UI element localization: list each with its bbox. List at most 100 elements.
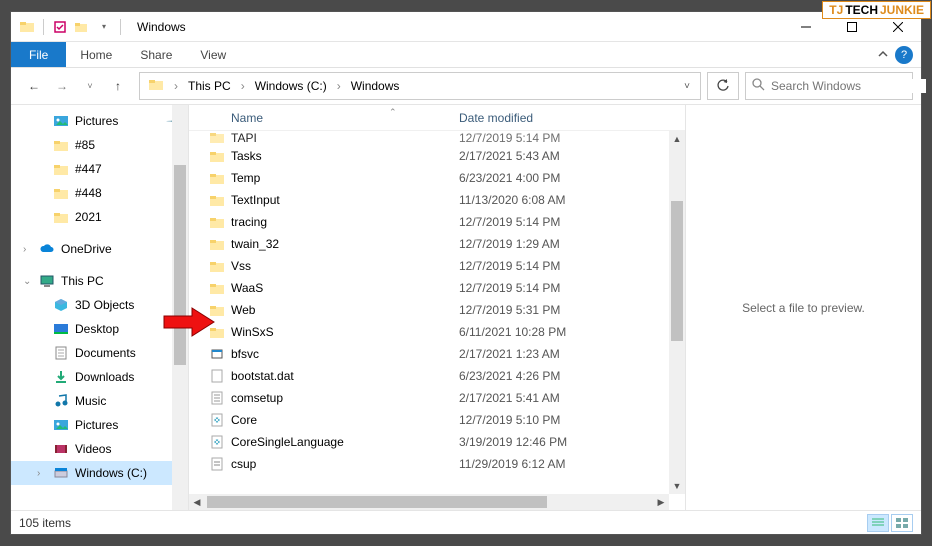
view-details-button[interactable]	[867, 514, 889, 532]
scrollbar-thumb[interactable]	[207, 496, 547, 508]
search-box[interactable]	[745, 72, 913, 100]
pictures-icon	[53, 417, 69, 433]
refresh-button[interactable]	[707, 72, 739, 100]
address-dropdown-icon[interactable]: ˅	[684, 81, 690, 92]
sidebar-item[interactable]: #448	[11, 181, 188, 205]
folder-icon	[209, 214, 225, 230]
onedrive-icon	[39, 241, 55, 257]
file-row[interactable]: bootstat.dat6/23/2021 4:26 PM	[189, 365, 669, 387]
search-input[interactable]	[771, 79, 926, 93]
sidebar-item[interactable]: Desktop	[11, 317, 188, 341]
file-row[interactable]: CoreSingleLanguage3/19/2019 12:46 PM	[189, 431, 669, 453]
scroll-right-icon[interactable]: ▶	[653, 494, 669, 510]
chevron-right-icon[interactable]: ›	[239, 79, 247, 93]
help-button[interactable]: ?	[895, 46, 913, 64]
xml-icon	[209, 434, 225, 450]
file-row[interactable]: Web12/7/2019 5:31 PM	[189, 299, 669, 321]
address-bar[interactable]: › This PC › Windows (C:) › Windows ˅	[139, 72, 701, 100]
horizontal-scrollbar[interactable]: ◀ ▶	[189, 494, 669, 510]
ribbon-tab-view[interactable]: View	[186, 42, 240, 67]
sidebar-item[interactable]: Downloads	[11, 365, 188, 389]
file-row[interactable]: Vss12/7/2019 5:14 PM	[189, 255, 669, 277]
sidebar-item[interactable]: 3D Objects	[11, 293, 188, 317]
file-row[interactable]: WaaS12/7/2019 5:14 PM	[189, 277, 669, 299]
file-row[interactable]: WinSxS6/11/2021 10:28 PM	[189, 321, 669, 343]
file-row[interactable]: csup11/29/2019 6:12 AM	[189, 453, 669, 475]
sidebar-item[interactable]: Pictures	[11, 413, 188, 437]
chevron-right-icon[interactable]: ›	[335, 79, 343, 93]
file-row[interactable]: tracing12/7/2019 5:14 PM	[189, 211, 669, 233]
breadcrumb-current[interactable]: Windows	[345, 79, 406, 93]
file-row[interactable]: Core12/7/2019 5:10 PM	[189, 409, 669, 431]
back-button[interactable]: ←	[25, 79, 43, 93]
vertical-scrollbar[interactable]: ▲ ▼	[669, 131, 685, 494]
chevron-down-icon[interactable]: ⌄	[23, 276, 31, 287]
file-row[interactable]: Tasks2/17/2021 5:43 AM	[189, 145, 669, 167]
sidebar-item[interactable]: › Windows (C:)	[11, 461, 188, 485]
chevron-right-icon[interactable]: ›	[23, 244, 26, 255]
scroll-down-icon[interactable]: ▼	[669, 478, 685, 494]
file-row[interactable]: TAPI12/7/2019 5:14 PM	[189, 131, 669, 145]
sidebar-item-label: #448	[75, 186, 102, 200]
sidebar-item-label: Windows (C:)	[75, 466, 147, 480]
breadcrumb-drive[interactable]: Windows (C:)	[249, 79, 333, 93]
sidebar-item[interactable]: ⌄This PC	[11, 269, 188, 293]
file-name: WinSxS	[231, 325, 459, 339]
sidebar-item[interactable]: #85	[11, 133, 188, 157]
ribbon-file-tab[interactable]: File	[11, 42, 66, 67]
file-row[interactable]: Temp6/23/2021 4:00 PM	[189, 167, 669, 189]
recent-dropdown-icon[interactable]: ˅	[81, 81, 99, 91]
column-header-name[interactable]: Name	[209, 111, 459, 125]
ribbon-tab-share[interactable]: Share	[126, 42, 186, 67]
properties-icon[interactable]	[52, 19, 68, 35]
ribbon: File Home Share View ?	[11, 42, 921, 68]
file-date: 12/7/2019 5:14 PM	[459, 215, 560, 229]
watermark-techjunkie: TJ TECHJUNKIE	[822, 1, 931, 19]
folder-icon	[148, 77, 166, 95]
ribbon-collapse-icon[interactable]	[877, 48, 889, 63]
folder-icon	[209, 131, 225, 145]
folder-icon	[53, 185, 69, 201]
sidebar-item[interactable]: Music	[11, 389, 188, 413]
sidebar-item[interactable]: 2021	[11, 205, 188, 229]
file-date: 6/23/2021 4:26 PM	[459, 369, 560, 383]
file-name: Core	[231, 413, 459, 427]
folder-icon	[53, 209, 69, 225]
new-folder-icon[interactable]	[74, 19, 90, 35]
nav-scrollbar[interactable]	[172, 105, 188, 510]
sidebar-item-label: OneDrive	[61, 242, 112, 256]
sort-indicator-icon: ⌃	[389, 107, 397, 118]
forward-button[interactable]: →	[53, 79, 71, 93]
sidebar-item[interactable]: Documents	[11, 341, 188, 365]
file-row[interactable]: comsetup2/17/2021 5:41 AM	[189, 387, 669, 409]
scrollbar-thumb[interactable]	[174, 165, 186, 365]
file-date: 12/7/2019 5:14 PM	[459, 259, 560, 273]
chevron-right-icon[interactable]: ›	[37, 468, 40, 479]
drive-icon	[53, 465, 69, 481]
file-row[interactable]: bfsvc2/17/2021 1:23 AM	[189, 343, 669, 365]
sidebar-item[interactable]: #447	[11, 157, 188, 181]
file-name: comsetup	[231, 391, 459, 405]
ribbon-tab-home[interactable]: Home	[66, 42, 126, 67]
breadcrumb-thispc[interactable]: This PC	[182, 79, 237, 93]
scroll-up-icon[interactable]: ▲	[669, 131, 685, 147]
chevron-right-icon[interactable]: ›	[172, 79, 180, 93]
sidebar-item-label: #85	[75, 138, 95, 152]
log-icon	[209, 390, 225, 406]
sidebar-item[interactable]: › OneDrive	[11, 237, 188, 261]
file-name: Temp	[231, 171, 459, 185]
sidebar-item[interactable]: Pictures📌	[11, 109, 188, 133]
file-row[interactable]: twain_3212/7/2019 1:29 AM	[189, 233, 669, 255]
qat-dropdown-icon[interactable]: ▾	[96, 19, 112, 35]
status-bar: 105 items	[11, 510, 921, 534]
column-header-date[interactable]: Date modified	[459, 111, 685, 125]
sidebar-item[interactable]: Videos	[11, 437, 188, 461]
up-button[interactable]: ↑	[109, 79, 127, 93]
scrollbar-thumb[interactable]	[671, 201, 683, 341]
view-large-icons-button[interactable]	[891, 514, 913, 532]
file-row[interactable]: TextInput11/13/2020 6:08 AM	[189, 189, 669, 211]
search-icon	[752, 78, 765, 94]
folder-icon	[19, 19, 35, 35]
scroll-left-icon[interactable]: ◀	[189, 494, 205, 510]
file-name: csup	[231, 457, 459, 471]
